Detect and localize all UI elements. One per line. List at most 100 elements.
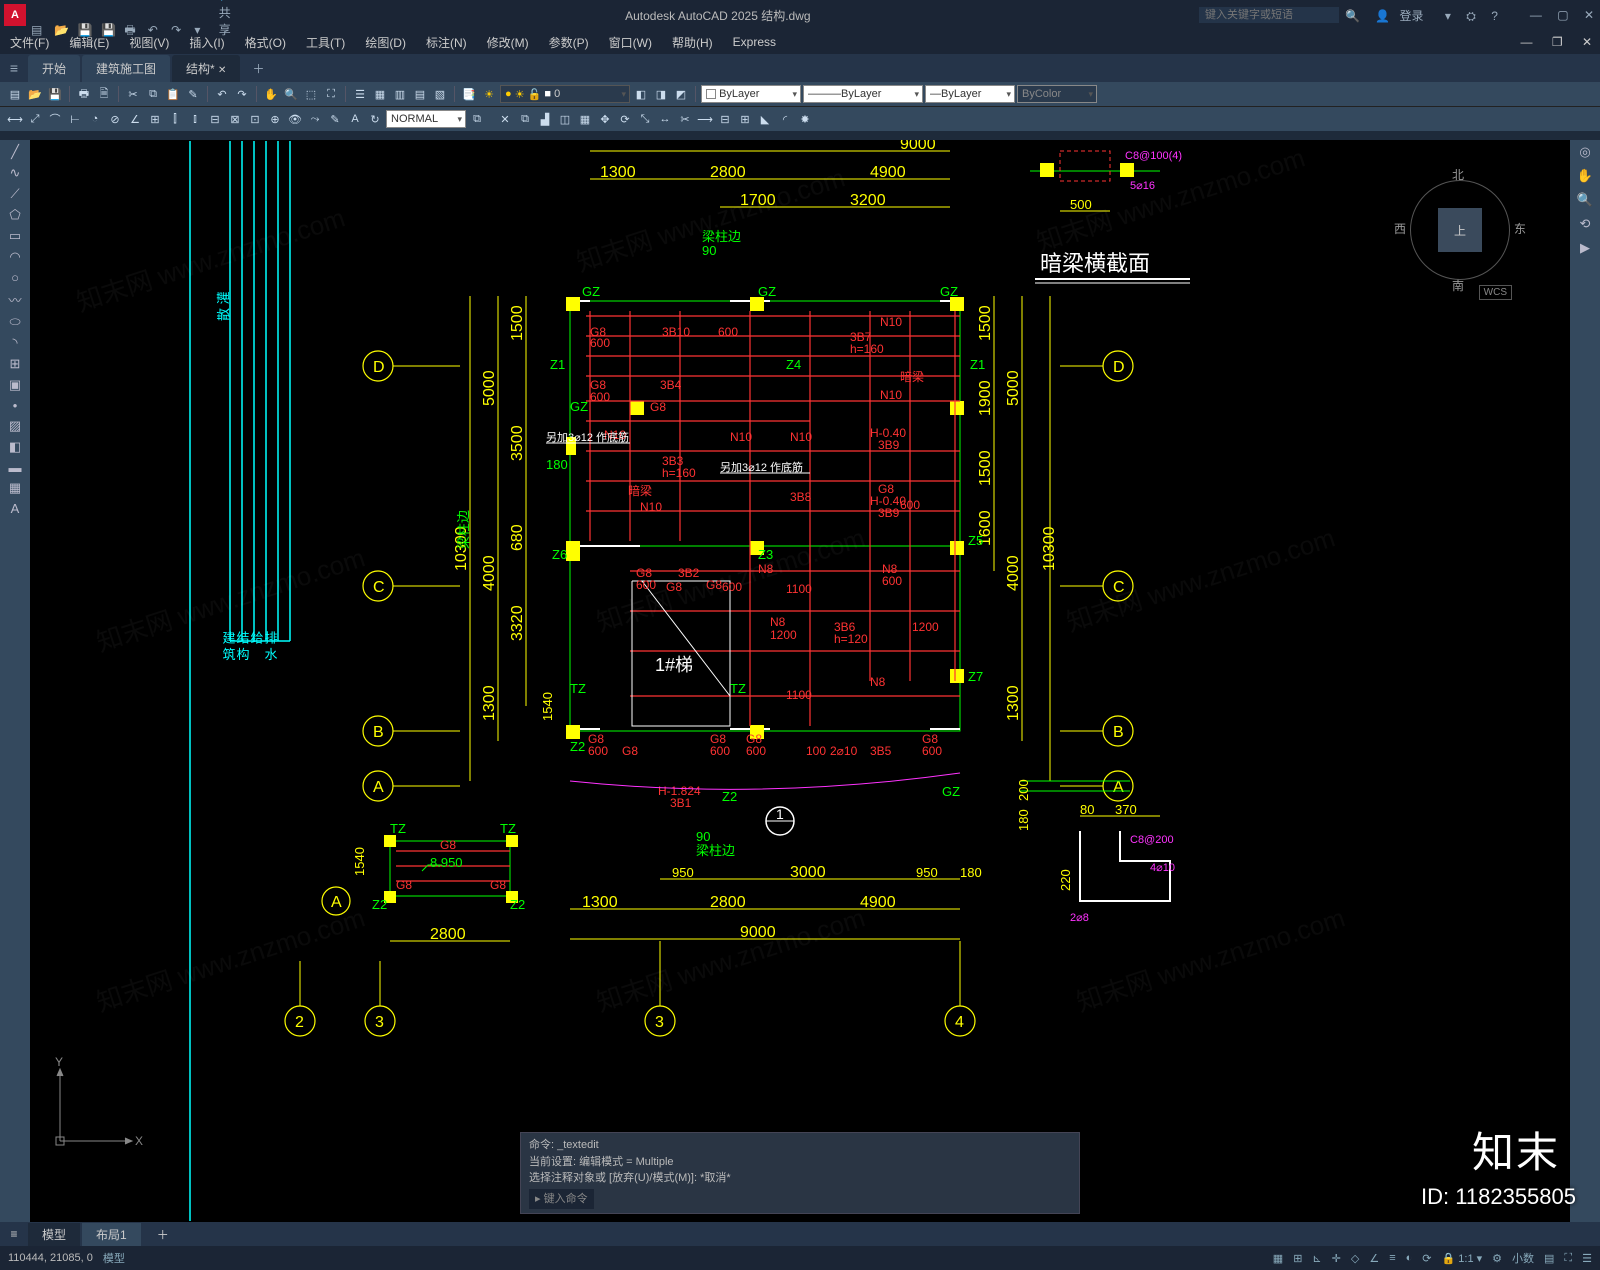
mtext-icon[interactable]: A — [11, 501, 20, 516]
dim-center-icon[interactable]: ⊕ — [266, 110, 284, 128]
spline-icon[interactable]: 〰 — [8, 290, 21, 309]
table-icon[interactable]: ▦ — [9, 480, 21, 496]
tb-undo-icon[interactable]: ↶ — [213, 85, 231, 103]
rect-icon[interactable]: ▭ — [9, 228, 21, 244]
pan2-icon[interactable]: ✋ — [1577, 168, 1593, 184]
dim-break-icon[interactable]: ⊠ — [226, 110, 244, 128]
arc-icon[interactable]: ◠ — [9, 249, 20, 265]
layout-tab-add-icon[interactable]: ＋ — [143, 1223, 183, 1246]
mod-break-icon[interactable]: ⊟ — [716, 110, 734, 128]
tb-dcenter-icon[interactable]: ▦ — [371, 85, 389, 103]
maximize-icon[interactable]: ▢ — [1557, 8, 1568, 22]
dim-linear-icon[interactable]: ⟷ — [6, 110, 24, 128]
layout-tab-model[interactable]: 模型 — [28, 1223, 80, 1246]
share-button[interactable]: ✈ 共享 — [218, 0, 236, 8]
menu-window[interactable]: 窗口(W) — [599, 34, 662, 51]
app-options-icon[interactable]: ⛭ — [1466, 9, 1476, 23]
search-input[interactable] — [1199, 7, 1339, 23]
drawing-canvas[interactable]: 散 灌 建 筑 结 构 给 排 水 Y X 9000 1300 2800 490… — [30, 140, 1570, 1222]
mod-fillet-icon[interactable]: ◜ — [776, 110, 794, 128]
otrack-toggle-icon[interactable]: ∠ — [1369, 1252, 1379, 1265]
anno-scale[interactable]: 🔒 1:1 ▾ — [1442, 1252, 1483, 1265]
tb-layer-icon[interactable]: 📑 — [460, 85, 478, 103]
cmd-input[interactable]: ▸ 键入命令 — [529, 1189, 594, 1210]
dim-cont-icon[interactable]: ⫾ — [186, 110, 204, 128]
dim-base-icon[interactable]: ⫿ — [166, 110, 184, 128]
tb-match-icon[interactable]: ✎ — [184, 85, 202, 103]
wcs-label[interactable]: WCS — [1479, 285, 1512, 300]
line-icon[interactable]: ╱ — [11, 144, 19, 160]
circle-icon[interactable]: ○ — [11, 270, 19, 285]
dim-tedit-icon[interactable]: A — [346, 110, 364, 128]
mod-array-icon[interactable]: ▦ — [576, 110, 594, 128]
cycle-icon[interactable]: ⟳ — [1422, 1252, 1431, 1265]
mod-explode-icon[interactable]: ✸ — [796, 110, 814, 128]
tb-save-icon[interactable]: 💾 — [46, 85, 64, 103]
mod-scale-icon[interactable]: ⤡ — [636, 110, 654, 128]
plotstyle-combo[interactable]: ByColor — [1017, 85, 1097, 103]
tb-props-icon[interactable]: ☰ — [351, 85, 369, 103]
clean-screen-icon[interactable]: ⛶ — [1564, 1252, 1572, 1265]
menu-express[interactable]: Express — [723, 35, 786, 49]
layout-tab-1[interactable]: 布局1 — [82, 1223, 141, 1246]
menu-view[interactable]: 视图(V) — [119, 34, 179, 51]
menu-dimension[interactable]: 标注(N) — [416, 34, 477, 51]
mod-extend-icon[interactable]: ⟶ — [696, 110, 714, 128]
menu-tools[interactable]: 工具(T) — [296, 34, 355, 51]
dim-ord-icon[interactable]: ⊢ — [66, 110, 84, 128]
dim-ang-icon[interactable]: ∠ — [126, 110, 144, 128]
tb-zoomext-icon[interactable]: ⛶ — [322, 85, 340, 103]
dim-inspect-icon[interactable]: 👁 — [286, 110, 304, 128]
units-readout[interactable]: 小数 — [1512, 1250, 1534, 1266]
doc-restore-icon[interactable]: ❐ — [1544, 35, 1571, 49]
gradient-icon[interactable]: ◧ — [9, 439, 21, 455]
dim-arc-icon[interactable]: ⌒ — [46, 110, 64, 128]
tb-redo-icon[interactable]: ↷ — [233, 85, 251, 103]
statusbar-menu-icon[interactable]: ☰ — [1582, 1252, 1592, 1265]
block-icon[interactable]: ▣ — [9, 377, 21, 393]
app-logo[interactable]: A — [4, 4, 26, 26]
tab-add-icon[interactable]: ＋ — [242, 55, 274, 82]
mod-offset-icon[interactable]: ◫ — [556, 110, 574, 128]
mod-stretch-icon[interactable]: ↔ — [656, 110, 674, 128]
dim-jog-icon[interactable]: ⤳ — [306, 110, 324, 128]
mod-trim-icon[interactable]: ✂ — [676, 110, 694, 128]
region-icon[interactable]: ▬ — [9, 460, 22, 475]
dimstyle-combo[interactable]: NORMAL — [386, 110, 466, 128]
tb-preview-icon[interactable]: 🗎 — [95, 85, 113, 103]
tb-copy-icon[interactable]: ⧉ — [144, 85, 162, 103]
menu-insert[interactable]: 插入(I) — [179, 34, 234, 51]
tab-arch[interactable]: 建筑施工图 — [82, 55, 170, 82]
ellipse-icon[interactable]: ⬭ — [9, 314, 20, 330]
color-combo[interactable]: ByLayer — [701, 85, 801, 103]
zoom2-icon[interactable]: 🔍 — [1577, 192, 1593, 208]
polar-toggle-icon[interactable]: ✛ — [1332, 1252, 1341, 1265]
menu-edit[interactable]: 编辑(E) — [59, 34, 119, 51]
insert-icon[interactable]: ⊞ — [10, 356, 21, 372]
tab-struct[interactable]: 结构* ✕ — [172, 55, 240, 82]
dim-update-icon[interactable]: ↻ — [366, 110, 384, 128]
grid-toggle-icon[interactable]: ▦ — [1273, 1252, 1283, 1265]
tab-close-icon[interactable]: ✕ — [218, 65, 226, 76]
showmotion-icon[interactable]: ▶ — [1580, 240, 1590, 256]
layer-state-icon[interactable]: ☀ — [480, 85, 498, 103]
cart-icon[interactable]: ▾ — [1445, 9, 1451, 23]
command-line[interactable]: 命令: _textedit 当前设置: 编辑模式 = Multiple 选择注释… — [520, 1132, 1080, 1214]
menu-help[interactable]: 帮助(H) — [662, 34, 723, 51]
linetype-combo[interactable]: ——— ByLayer — [803, 85, 923, 103]
ellipsearc-icon[interactable]: ◝ — [12, 335, 17, 351]
transparency-icon[interactable]: ◐ — [1406, 1252, 1413, 1264]
login-button[interactable]: 👤 登录 — [1375, 9, 1429, 23]
tb-zoomwin-icon[interactable]: ⬚ — [302, 85, 320, 103]
menu-format[interactable]: 格式(O) — [235, 34, 296, 51]
dim-radius-icon[interactable]: ◔ — [86, 110, 104, 128]
close-icon[interactable]: ✕ — [1584, 8, 1594, 22]
tb-zoom-icon[interactable]: 🔍 — [282, 85, 300, 103]
minimize-icon[interactable]: — — [1530, 8, 1542, 22]
layeriso-icon[interactable]: ◧ — [632, 85, 650, 103]
ortho-toggle-icon[interactable]: ⊾ — [1312, 1252, 1321, 1265]
dim-edit-icon[interactable]: ✎ — [326, 110, 344, 128]
tb-open-icon[interactable]: 📂 — [26, 85, 44, 103]
menu-modify[interactable]: 修改(M) — [477, 34, 539, 51]
snap-toggle-icon[interactable]: ⊞ — [1293, 1252, 1302, 1265]
